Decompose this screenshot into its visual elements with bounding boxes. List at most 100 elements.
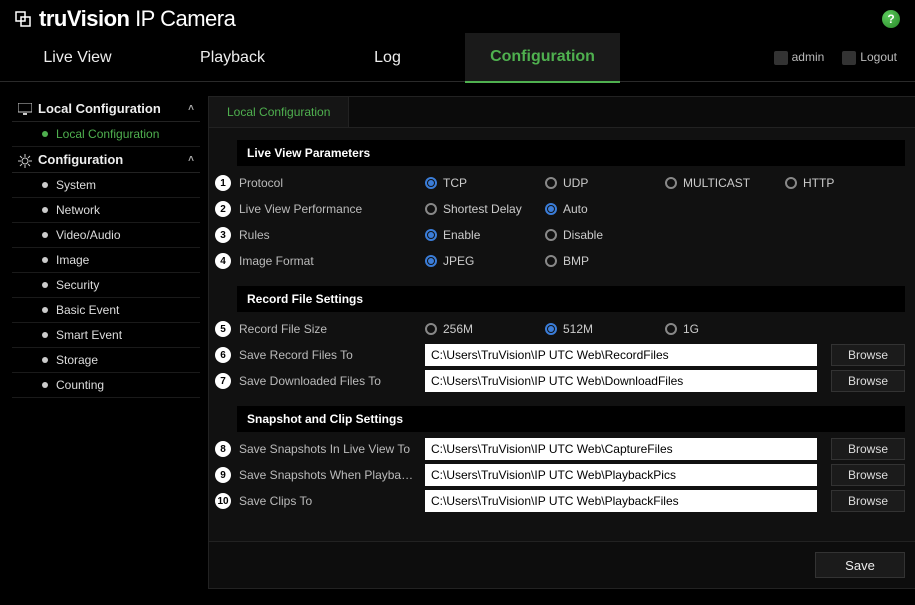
input-save-snapshots-playback[interactable] <box>425 464 817 486</box>
bullet-icon <box>42 182 48 188</box>
radio-imgfmt-jpeg[interactable]: JPEG <box>425 254 545 268</box>
radio-label: Disable <box>563 228 603 242</box>
logout-label: Logout <box>860 50 897 64</box>
callout-8: 8 <box>215 441 231 457</box>
radio-label: 1G <box>683 322 699 336</box>
radio-protocol-http[interactable]: HTTP <box>785 176 905 190</box>
sidebar-item-basic-event[interactable]: Basic Event <box>12 298 200 323</box>
row-image-format: 4 Image Format JPEG BMP <box>215 248 905 274</box>
save-button[interactable]: Save <box>815 552 905 578</box>
sidebar-item-smart-event[interactable]: Smart Event <box>12 323 200 348</box>
callout-4: 4 <box>215 253 231 269</box>
tab-configuration[interactable]: Configuration <box>465 33 620 83</box>
sidebar-item-label: Smart Event <box>56 328 122 342</box>
radio-rules-disable[interactable]: Disable <box>545 228 665 242</box>
sidebar-header-local-label: Local Configuration <box>38 101 161 116</box>
user-area: admin Logout <box>774 50 915 65</box>
bullet-icon <box>42 257 48 263</box>
browse-button[interactable]: Browse <box>831 438 905 460</box>
sidebar-item-local-configuration[interactable]: Local Configuration <box>12 122 200 147</box>
sidebar: Local Configuration ˄ Local Configuratio… <box>12 96 200 589</box>
radio-perf-shortest[interactable]: Shortest Delay <box>425 202 545 216</box>
radio-dot-icon <box>545 255 557 267</box>
radio-imgfmt-bmp[interactable]: BMP <box>545 254 665 268</box>
logout-icon <box>842 51 856 65</box>
radio-perf-auto[interactable]: Auto <box>545 202 665 216</box>
bullet-icon <box>42 307 48 313</box>
radio-label: Enable <box>443 228 480 242</box>
brand-title: truVision IP Camera <box>39 6 235 32</box>
radio-label: 256M <box>443 322 473 336</box>
label-image-format: Image Format <box>239 254 417 268</box>
radio-group-record-size: 256M 512M 1G <box>425 322 905 336</box>
browse-button[interactable]: Browse <box>831 490 905 512</box>
bullet-icon <box>42 207 48 213</box>
tab-playback[interactable]: Playback <box>155 34 310 82</box>
browse-button[interactable]: Browse <box>831 344 905 366</box>
radio-label: TCP <box>443 176 467 190</box>
bullet-icon <box>42 382 48 388</box>
radio-label: Auto <box>563 202 588 216</box>
radio-protocol-udp[interactable]: UDP <box>545 176 665 190</box>
logo-icon <box>15 11 31 27</box>
label-record-file-size: Record File Size <box>239 322 417 336</box>
radio-group-performance: Shortest Delay Auto <box>425 202 905 216</box>
bullet-icon <box>42 282 48 288</box>
sidebar-item-label: Storage <box>56 353 98 367</box>
radio-dot-icon <box>425 177 437 189</box>
callout-10: 10 <box>215 493 231 509</box>
input-save-clips[interactable] <box>425 490 817 512</box>
sidebar-item-video-audio[interactable]: Video/Audio <box>12 223 200 248</box>
browse-button[interactable]: Browse <box>831 464 905 486</box>
sidebar-header-config[interactable]: Configuration ˄ <box>12 147 200 173</box>
sidebar-item-counting[interactable]: Counting <box>12 373 200 398</box>
radio-dot-icon <box>785 177 797 189</box>
sidebar-item-label: Security <box>56 278 99 292</box>
user-badge[interactable]: admin <box>774 50 825 65</box>
sidebar-header-local[interactable]: Local Configuration ˄ <box>12 96 200 122</box>
radio-rules-enable[interactable]: Enable <box>425 228 545 242</box>
radio-dot-icon <box>425 229 437 241</box>
workspace: Local Configuration ˄ Local Configuratio… <box>0 82 915 603</box>
radio-size-256m[interactable]: 256M <box>425 322 545 336</box>
radio-protocol-tcp[interactable]: TCP <box>425 176 545 190</box>
main-tabbar: Live View Playback Log Configuration adm… <box>0 34 915 82</box>
input-save-downloaded-files[interactable] <box>425 370 817 392</box>
logout-link[interactable]: Logout <box>842 50 897 65</box>
sidebar-item-label: Video/Audio <box>56 228 121 242</box>
subtab-local-configuration[interactable]: Local Configuration <box>209 97 349 127</box>
app-header: truVision IP Camera ? <box>0 0 915 34</box>
sidebar-item-image[interactable]: Image <box>12 248 200 273</box>
section-snapshot-clip: Snapshot and Clip Settings <box>237 406 905 432</box>
radio-size-1g[interactable]: 1G <box>665 322 785 336</box>
radio-dot-icon <box>425 323 437 335</box>
panel-footer: Save <box>209 541 915 588</box>
label-save-snapshots-playback: Save Snapshots When Playback ... <box>239 468 417 482</box>
sidebar-item-label: Image <box>56 253 89 267</box>
sidebar-item-system[interactable]: System <box>12 173 200 198</box>
tab-live-view[interactable]: Live View <box>0 34 155 82</box>
radio-label: Shortest Delay <box>443 202 522 216</box>
tab-log[interactable]: Log <box>310 34 465 82</box>
radio-label: UDP <box>563 176 588 190</box>
user-icon <box>774 51 788 65</box>
sidebar-item-security[interactable]: Security <box>12 273 200 298</box>
row-save-downloaded-files: 7 Save Downloaded Files To Browse <box>215 368 905 394</box>
main-panel: Local Configuration Live View Parameters… <box>208 96 915 589</box>
callout-2: 2 <box>215 201 231 217</box>
row-save-record-files: 6 Save Record Files To Browse <box>215 342 905 368</box>
browse-button[interactable]: Browse <box>831 370 905 392</box>
input-save-snapshots-live[interactable] <box>425 438 817 460</box>
sidebar-item-network[interactable]: Network <box>12 198 200 223</box>
sidebar-item-storage[interactable]: Storage <box>12 348 200 373</box>
radio-size-512m[interactable]: 512M <box>545 322 665 336</box>
radio-label: BMP <box>563 254 589 268</box>
input-save-record-files[interactable] <box>425 344 817 366</box>
sidebar-item-label: Basic Event <box>56 303 119 317</box>
chevron-up-icon: ˄ <box>188 103 194 114</box>
radio-group-rules: Enable Disable <box>425 228 905 242</box>
radio-protocol-multicast[interactable]: MULTICAST <box>665 176 785 190</box>
label-rules: Rules <box>239 228 417 242</box>
radio-dot-icon <box>665 177 677 189</box>
help-icon[interactable]: ? <box>882 10 900 28</box>
